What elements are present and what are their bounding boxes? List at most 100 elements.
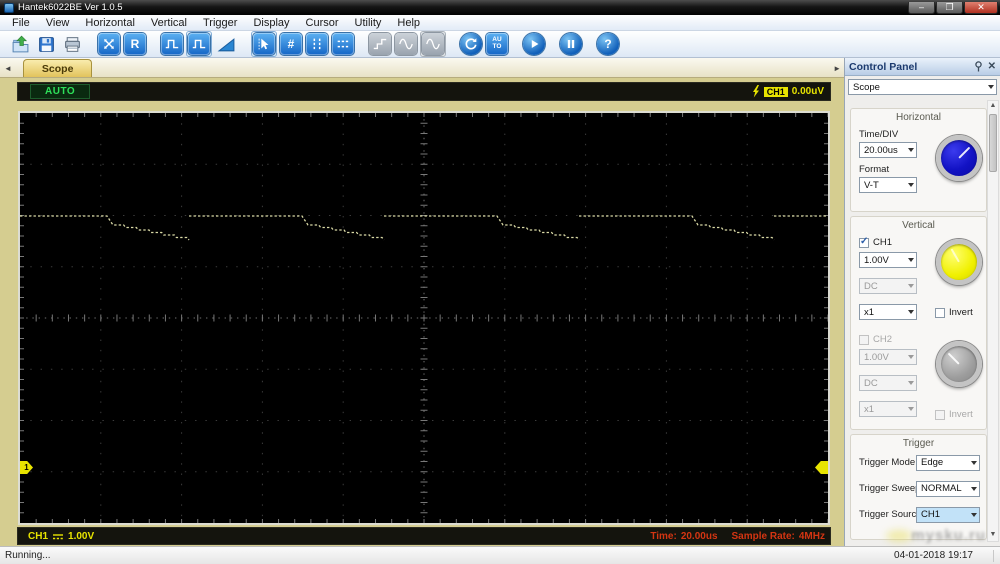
scrollbar-thumb[interactable] [989, 114, 997, 172]
trigger-channel-badge: CH1 [763, 86, 788, 97]
control-panel-scrollbar[interactable]: ▲ ▼ [987, 100, 999, 542]
toolbar: R # AU TO ? [0, 31, 1000, 58]
ch1-invert-label: Invert [949, 307, 973, 318]
maximize-button[interactable]: ❐ [936, 1, 963, 14]
ch2-invert-label: Invert [949, 409, 973, 420]
start-button[interactable] [523, 33, 545, 55]
menu-item-file[interactable]: File [4, 17, 38, 29]
chevron-down-icon [908, 310, 914, 314]
ch1-invert-checkbox[interactable] [935, 307, 945, 318]
reference-wave-icon: R [130, 37, 140, 51]
watermark: mysku.ru [911, 527, 986, 544]
refresh-icon [465, 38, 477, 50]
bottom-readout-bar: CH1 1.00V Time: 20.00us Sample Rate: 4MH… [18, 528, 830, 544]
ch1-checkbox[interactable] [859, 236, 869, 248]
vertical-cursor-icon [313, 38, 321, 50]
help-button[interactable]: ? [597, 33, 619, 55]
time-div-select[interactable]: 20.00us [859, 142, 917, 158]
chevron-down-icon [971, 460, 977, 465]
trigger-source-select[interactable]: CH1 [916, 506, 980, 523]
sine-wave-icon [399, 38, 413, 50]
auto-set-button[interactable]: AU TO [486, 33, 508, 55]
ch2-probe-select[interactable]: x1 [859, 401, 917, 417]
ch2-volts-select[interactable]: 1.00V [859, 349, 917, 365]
ch1-position-knob[interactable] [936, 239, 982, 285]
refresh-button[interactable] [460, 33, 482, 55]
ch2-position-knob[interactable] [936, 341, 982, 387]
ch2-coupling-select[interactable]: DC [859, 375, 917, 391]
ch1-label: CH1 [873, 237, 893, 248]
ch2-checkbox[interactable] [859, 334, 869, 345]
close-button[interactable]: ✕ [964, 1, 998, 14]
menu-item-horizontal[interactable]: Horizontal [77, 17, 143, 29]
menu-item-help[interactable]: Help [389, 17, 428, 29]
vertical-cursor-button[interactable] [306, 33, 328, 55]
menu-item-cursor[interactable]: Cursor [298, 17, 347, 29]
tab-scroll-right-icon[interactable]: ► [829, 64, 844, 77]
play-icon [531, 40, 539, 48]
square-wave-button[interactable] [161, 33, 183, 55]
ch1-probe-select[interactable]: x1 [859, 304, 917, 320]
control-panel-header: Control Panel ✕ [845, 58, 1000, 76]
chevron-down-icon [908, 355, 914, 359]
vertical-group-title: Vertical [902, 220, 935, 231]
menu-item-display[interactable]: Display [245, 17, 297, 29]
self-calibration-button[interactable] [98, 33, 120, 55]
close-panel-icon[interactable]: ✕ [988, 61, 996, 72]
self-calibration-icon [104, 39, 114, 49]
menu-item-utility[interactable]: Utility [347, 17, 390, 29]
pause-button[interactable] [560, 33, 582, 55]
trigger-source-row: Trigger Source CH1 [851, 506, 986, 523]
horizontal-position-knob[interactable] [936, 135, 982, 181]
sine-wave-boxed-icon [426, 38, 440, 50]
trigger-readout: CH1 0.00uV [752, 85, 824, 98]
grid-display-button[interactable]: # [280, 33, 302, 55]
tab-scope[interactable]: Scope [22, 59, 93, 77]
watermark-smudge [886, 530, 912, 542]
control-panel: Control Panel ✕ Scope Horizontal Time/DI… [844, 58, 1000, 546]
menu-item-vertical[interactable]: Vertical [143, 17, 195, 29]
trigger-group: Trigger Trigger Mode Edge Trigger Sweep … [850, 434, 987, 540]
print-button[interactable] [61, 33, 83, 55]
ramp-wave-icon [217, 37, 234, 51]
menu-item-trigger[interactable]: Trigger [195, 17, 245, 29]
trigger-sweep-row: Trigger Sweep NORMAL [851, 480, 986, 497]
square-wave-alt-button[interactable] [188, 33, 210, 55]
ramp-wave-button[interactable] [215, 33, 237, 55]
vertical-group: Vertical CH1 1.00V DC x1 Inve [850, 216, 987, 430]
horizontal-group: Horizontal Time/DIV 20.00us Format V-T [850, 108, 987, 212]
ch1-coupling-select[interactable]: DC [859, 278, 917, 294]
save-button[interactable] [35, 33, 57, 55]
ch1-volts-select[interactable]: 1.00V [859, 252, 917, 268]
scroll-up-icon[interactable]: ▲ [990, 101, 997, 112]
horizontal-group-title: Horizontal [895, 112, 942, 123]
chevron-down-icon [971, 512, 977, 517]
ch2-invert-checkbox[interactable] [935, 409, 945, 420]
menu-item-view[interactable]: View [38, 17, 78, 29]
ch1-scale-value: 1.00V [68, 530, 95, 542]
chevron-down-icon [908, 381, 914, 385]
trigger-mode-select[interactable]: Edge [916, 454, 980, 471]
scroll-down-icon[interactable]: ▼ [990, 530, 997, 541]
trigger-sweep-select[interactable]: NORMAL [916, 480, 980, 497]
panel-mode-select[interactable]: Scope [848, 79, 997, 95]
minimize-button[interactable]: – [908, 1, 935, 14]
open-button[interactable] [9, 33, 31, 55]
square-wave-alt-icon [192, 39, 206, 49]
scope-screen: 1 [18, 111, 830, 525]
trigger-mode-label: Trigger Mode [859, 457, 916, 468]
ch2-invert-row: Invert [935, 409, 973, 420]
cursor-select-icon [258, 38, 269, 50]
title-bar: Hantek6022BE Ver 1.0.5 – ❐ ✕ [0, 0, 1000, 15]
time-readout-value: 20.00us [680, 530, 718, 542]
open-icon [12, 35, 28, 52]
cursor-select-button[interactable] [253, 33, 275, 55]
horizontal-cursor-button[interactable] [332, 33, 354, 55]
help-icon: ? [604, 37, 612, 51]
format-select[interactable]: V-T [859, 177, 917, 193]
status-bar: Running... 04-01-2018 19:17 [0, 546, 1000, 564]
tab-bar: ◄ Scope ► [0, 58, 844, 78]
tab-scroll-left-icon[interactable]: ◄ [0, 64, 15, 77]
reference-wave-button[interactable]: R [124, 33, 146, 55]
pin-icon[interactable] [974, 61, 983, 72]
